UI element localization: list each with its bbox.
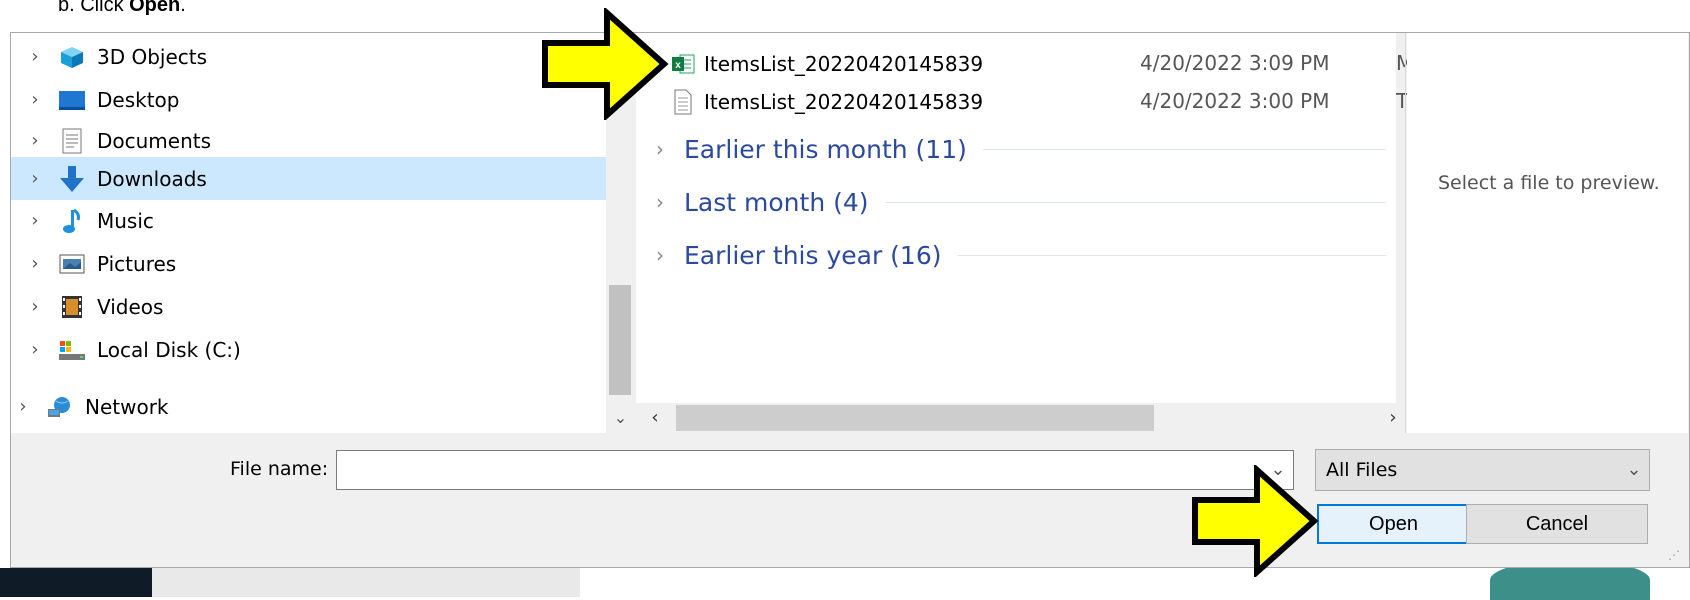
file-name: ItemsList_20220420145839: [704, 90, 984, 114]
nav-item-network[interactable]: › Network: [0, 385, 594, 428]
navigation-pane: › 3D Objects › Desktop › Documents › Dow…: [11, 33, 606, 433]
file-date: 4/20/2022 3:00 PM: [1140, 89, 1330, 113]
nav-scrollbar-thumb[interactable]: [609, 285, 631, 395]
callout-arrow-icon: [542, 8, 669, 120]
chevron-down-icon[interactable]: ⌄: [1620, 451, 1648, 489]
open-button[interactable]: Open: [1317, 504, 1470, 544]
group-header-earlier-this-year[interactable]: › Earlier this year (16): [656, 235, 1386, 275]
excel-icon: x: [670, 50, 696, 78]
nav-item-label: Videos: [97, 294, 164, 319]
group-divider: [957, 254, 1386, 256]
scroll-left-arrow-icon[interactable]: ‹: [640, 403, 670, 433]
scroll-right-arrow-icon[interactable]: ›: [1378, 403, 1408, 433]
videos-icon: [57, 294, 87, 320]
chevron-right-icon[interactable]: ›: [25, 253, 45, 274]
chevron-right-icon[interactable]: ›: [656, 190, 678, 214]
nav-item-label: 3D Objects: [97, 44, 208, 69]
chevron-right-icon[interactable]: ›: [25, 46, 45, 67]
nav-item-pictures[interactable]: › Pictures: [11, 242, 606, 285]
group-divider: [982, 148, 1386, 150]
background-app-panel: [152, 568, 580, 597]
group-divider: [884, 201, 1386, 203]
chevron-right-icon[interactable]: ›: [13, 396, 33, 417]
preview-pane: [1407, 33, 1688, 433]
nav-item-desktop[interactable]: › Desktop: [11, 78, 606, 121]
group-header-earlier-this-month[interactable]: › Earlier this month (11): [656, 129, 1386, 169]
preview-divider: [1405, 33, 1406, 433]
nav-item-label: Desktop: [97, 87, 180, 112]
preview-placeholder: Select a file to preview.: [1438, 172, 1660, 194]
filter-value: All Files: [1326, 459, 1398, 481]
pictures-icon: [57, 251, 87, 277]
nav-item-label: Music: [97, 208, 154, 233]
resize-grip-icon[interactable]: ⋰: [1668, 548, 1680, 562]
music-icon: [57, 208, 87, 234]
chevron-right-icon[interactable]: ›: [656, 243, 678, 267]
nav-item-3d-objects[interactable]: › 3D Objects: [11, 35, 606, 78]
chevron-right-icon[interactable]: ›: [25, 339, 45, 360]
nav-item-videos[interactable]: › Videos: [11, 285, 606, 328]
nav-item-label: Downloads: [97, 166, 207, 191]
nav-item-downloads[interactable]: › Downloads: [11, 157, 606, 200]
nav-item-label: Pictures: [97, 251, 177, 276]
text-file-icon: [670, 88, 696, 116]
nav-item-local-disk[interactable]: › Local Disk (C:): [11, 328, 606, 371]
group-label: Earlier this year (16): [684, 240, 942, 270]
file-row[interactable]: ItemsList_20220420145839: [670, 83, 983, 121]
chevron-right-icon[interactable]: ›: [656, 137, 678, 161]
cancel-button[interactable]: Cancel: [1466, 504, 1648, 544]
local-disk-icon: [57, 337, 87, 363]
nav-item-label: Network: [85, 394, 169, 419]
instruction-step: b. Click Open.: [58, 0, 186, 16]
group-label: Earlier this month (11): [684, 134, 967, 164]
file-row[interactable]: x ItemsList_20220420145839: [670, 45, 983, 83]
file-name-label: File name:: [230, 458, 329, 480]
3d-objects-icon: [57, 44, 87, 70]
network-icon: [45, 394, 75, 420]
callout-arrow-icon: [1192, 465, 1319, 577]
group-label: Last month (4): [684, 187, 869, 217]
nav-item-label: Documents: [97, 128, 212, 153]
file-name-input[interactable]: [336, 450, 1294, 490]
file-date: 4/20/2022 3:09 PM: [1140, 51, 1330, 75]
downloads-icon: [57, 165, 87, 192]
scroll-down-arrow-icon[interactable]: ⌄: [607, 405, 634, 431]
file-list: x ItemsList_20220420145839 4/20/2022 3:0…: [636, 33, 1413, 433]
background-app-panel: [0, 568, 152, 597]
group-header-last-month[interactable]: › Last month (4): [656, 182, 1386, 222]
chevron-right-icon[interactable]: ›: [25, 210, 45, 231]
nav-item-documents[interactable]: › Documents: [11, 119, 606, 162]
chevron-right-icon[interactable]: ›: [25, 130, 45, 151]
chevron-right-icon[interactable]: ›: [25, 296, 45, 317]
file-name: ItemsList_20220420145839: [704, 52, 984, 76]
file-type-filter[interactable]: All Files: [1315, 449, 1650, 491]
hscrollbar-thumb[interactable]: [676, 405, 1154, 431]
desktop-icon: [57, 87, 87, 113]
nav-item-music[interactable]: › Music: [11, 199, 606, 242]
nav-item-label: Local Disk (C:): [97, 337, 241, 362]
documents-icon: [57, 128, 87, 154]
chevron-right-icon[interactable]: ›: [25, 89, 45, 110]
svg-text:x: x: [675, 60, 681, 71]
chevron-right-icon[interactable]: ›: [25, 168, 45, 189]
